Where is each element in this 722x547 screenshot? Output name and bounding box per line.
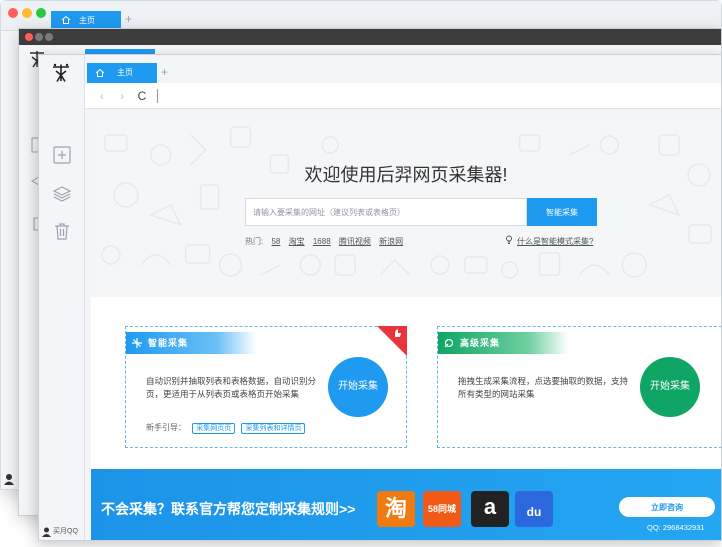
recommended-badge-icon (377, 326, 407, 356)
home-icon (61, 15, 71, 24)
tab-home[interactable]: 主页 (87, 63, 157, 83)
trash-icon[interactable] (52, 221, 72, 241)
add-task-icon[interactable] (52, 145, 72, 165)
reload-button[interactable]: C (135, 89, 149, 103)
tab-bar: 主页 + (85, 55, 721, 83)
qq-number: QQ: 2968432931 (647, 523, 705, 532)
home-page: 欢迎使用后羿网页采集器! 智能采集 热门: 58 淘宝 1688 腾讯视频 新浪… (91, 115, 721, 540)
minimize-icon[interactable] (35, 33, 43, 41)
tab-label: 主页 (79, 16, 95, 25)
card-description: 自动识别并抽取列表和表格数据，自动识别分页，更适用于从列表页或表格页开始采集 (146, 376, 317, 399)
close-icon[interactable] (25, 33, 33, 41)
advanced-collect-card: 高级采集 拖拽生成采集流程，点选要抽取的数据，支持所有类型的网站采集 开始采集 (437, 326, 721, 448)
banner-text: 不会采集？联系官方帮您定制采集规则>> (101, 501, 356, 517)
hot-links: 热门: 58 淘宝 1688 腾讯视频 新浪网 (245, 236, 403, 247)
forward-button[interactable]: › (115, 89, 129, 103)
sidebar: 买月QQ (39, 55, 85, 540)
hot-link-1688[interactable]: 1688 (313, 237, 331, 246)
close-icon[interactable] (8, 8, 18, 18)
custom-service-banner[interactable]: 不会采集？联系官方帮您定制采集规则>> 淘 58同城 a du 立即咨询 QQ:… (91, 469, 721, 540)
guide-label: 新手引导： (146, 423, 186, 432)
hot-link-tencent-video[interactable]: 腾讯视频 (339, 237, 371, 246)
layers-icon[interactable] (52, 183, 72, 203)
card-description: 拖拽生成采集流程，点选要抽取的数据，支持所有类型的网站采集 (458, 376, 629, 399)
url-search-input[interactable] (245, 198, 527, 226)
new-tab-button[interactable]: + (125, 12, 132, 26)
hot-link-taobao[interactable]: 淘宝 (289, 237, 305, 246)
maximize-icon[interactable] (36, 8, 46, 18)
smart-icon (132, 338, 142, 348)
hot-label: 热门: (245, 237, 264, 246)
smart-collect-button[interactable]: 智能采集 (527, 198, 597, 226)
smart-mode-help-link[interactable]: 什么是智能模式采集? (517, 236, 593, 247)
new-tab-button[interactable]: + (161, 65, 168, 79)
hot-link-58[interactable]: 58 (271, 237, 280, 246)
advanced-icon (444, 338, 454, 348)
url-input[interactable] (157, 89, 697, 103)
taobao-logo: 淘 (377, 491, 415, 527)
start-advanced-collect-button[interactable]: 开始采集 (640, 357, 700, 417)
user-label: 买月QQ (53, 528, 78, 535)
back-button[interactable]: ‹ (95, 89, 109, 103)
card-title: 智能采集 (148, 338, 189, 348)
main-window: 买月QQ 主页 + ‹ › C 欢迎使用后羿网页采集器! 请输入要采集的网址（建… (38, 54, 722, 541)
window-titlebar: 主页 + (1, 1, 721, 31)
amazon-logo: a (471, 491, 509, 527)
guide-link-webpage[interactable]: 采集网页页 (192, 423, 236, 434)
maximize-icon[interactable] (45, 33, 53, 41)
start-smart-collect-button[interactable]: 开始采集 (328, 357, 388, 417)
user-icon (42, 527, 51, 537)
card-header: 智能采集 (126, 332, 256, 354)
user-account[interactable]: 买月QQ (39, 524, 85, 540)
hero-section: 欢迎使用后羿网页采集器! 智能采集 热门: 58 淘宝 1688 腾讯视频 新浪… (91, 115, 721, 297)
user-icon (2, 471, 18, 487)
minimize-icon[interactable] (22, 8, 32, 18)
consult-now-button[interactable]: 立即咨询 (619, 497, 715, 517)
lightbulb-icon (506, 235, 512, 244)
welcome-title: 欢迎使用后羿网页采集器! (304, 165, 508, 185)
home-icon (95, 68, 105, 77)
guide-link-list-detail[interactable]: 采集列表和详情页 (241, 423, 306, 434)
beginner-guide: 新手引导： 采集网页页 采集列表和详情页 (146, 422, 306, 434)
logo-icon (53, 63, 69, 82)
window-titlebar (19, 29, 721, 45)
card-title: 高级采集 (460, 338, 501, 348)
baidu-logo: du (515, 491, 553, 527)
tab-label: 主页 (117, 68, 133, 77)
58-logo: 58同城 (423, 491, 461, 527)
card-header: 高级采集 (438, 332, 568, 354)
smart-collect-card: 智能采集 自动识别并抽取列表和表格数据，自动识别分页，更适用于从列表页或表格页开… (125, 326, 407, 448)
hot-link-sina[interactable]: 新浪网 (379, 237, 403, 246)
navigation-bar: ‹ › C (85, 83, 721, 109)
